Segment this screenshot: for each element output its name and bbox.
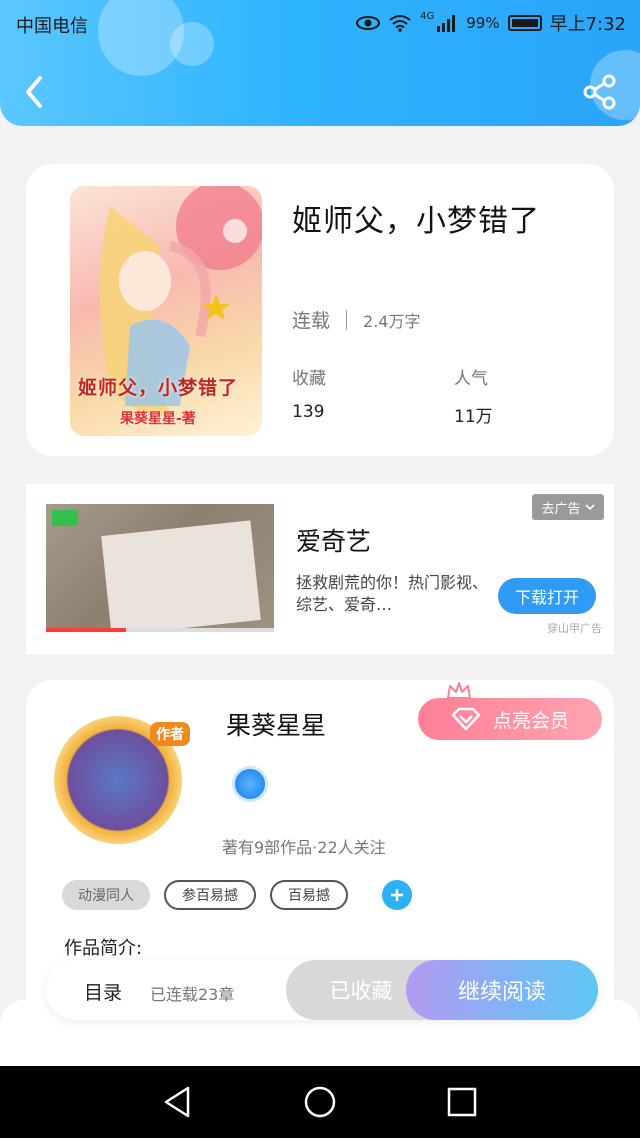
intro-label: 作品简介: (64, 938, 143, 959)
cover-author: 果葵星星-著 (120, 411, 196, 427)
author-tags: 动漫同人 参百易撼 百易撼 (62, 880, 412, 910)
battery-icon (507, 15, 542, 31)
popularity-label: 人气 (454, 369, 488, 389)
chevron-left-icon (26, 76, 42, 108)
ad-video-progress-fill (46, 628, 126, 632)
nav-home-icon[interactable] (302, 1084, 338, 1120)
author-name: 果葵星星 (226, 711, 327, 740)
cover-title: 姬师父，小梦错了 (78, 377, 239, 399)
diamond-icon (451, 707, 481, 731)
book-cover[interactable]: 姬师父，小梦错了 果葵星星-著 (70, 186, 262, 436)
vip-button-label: 点亮会员 (492, 709, 569, 732)
reading-action-bar: 目录 已连载23章 已收藏 继续阅读 (46, 960, 598, 1020)
carrier-label: 中国电信 (16, 16, 88, 37)
ad-banner[interactable]: 爱奇艺 拯救剧荒的你！热门影视、综艺、爱奇… 去广告 下载打开 穿山甲广告 (26, 484, 614, 654)
network-type: 4G (420, 10, 435, 22)
add-tag-button[interactable] (382, 880, 412, 910)
book-info-card: 姬师父，小梦错了 果葵星星-著 姬师父，小梦错了 连载 2.4万字 收藏 139… (26, 164, 614, 456)
chevron-down-icon (584, 504, 595, 511)
nav-recents-icon[interactable] (444, 1084, 480, 1120)
battery-percent: 99% (466, 14, 500, 32)
back-button[interactable] (18, 72, 52, 112)
chapter-progress: 已连载23章 (150, 985, 235, 1004)
status-bar: 中国电信 4G 99% 早上7:32 (0, 0, 640, 46)
vip-membership-button[interactable]: 点亮会员 (418, 698, 602, 740)
ad-source: 穿山甲广告 (547, 622, 602, 635)
remove-ad-button[interactable]: 去广告 (532, 494, 604, 520)
share-icon (583, 74, 616, 110)
author-badge: 作者 (150, 722, 190, 746)
status-icons: 4G 99% 早上7:32 (356, 10, 626, 36)
book-title: 姬师父，小梦错了 (292, 204, 540, 239)
header-bar: 中国电信 4G 99% 早上7:32 (0, 0, 640, 126)
ad-thumb-paper (101, 520, 261, 632)
toc-button[interactable]: 目录 (84, 978, 122, 1005)
tag-chip[interactable]: 动漫同人 (62, 880, 150, 910)
ad-video-progress (46, 628, 274, 632)
author-avatar[interactable]: 作者 (54, 716, 190, 844)
tag-chip[interactable]: 参百易撼 (164, 880, 256, 910)
wifi-icon (389, 15, 411, 32)
book-meta: 连载 2.4万字 (292, 306, 420, 333)
divider (346, 309, 348, 330)
iqiyi-logo-icon (52, 510, 78, 526)
nav-back-icon[interactable] (160, 1084, 196, 1120)
eye-icon (356, 16, 381, 30)
ad-title: 爱奇艺 (296, 527, 372, 556)
ad-description: 拯救剧荒的你！热门影视、综艺、爱奇… (296, 573, 489, 614)
popularity-count: 11万 (454, 407, 493, 427)
collect-label: 收藏 (292, 369, 326, 389)
word-count: 2.4万字 (363, 311, 421, 331)
tag-chip[interactable]: 百易撼 (270, 880, 348, 910)
clock: 早上7:32 (549, 14, 626, 35)
system-nav-bar (0, 1066, 640, 1138)
share-button[interactable] (582, 74, 618, 110)
remove-ad-label: 去广告 (541, 501, 581, 517)
signal-icon (437, 15, 456, 32)
author-level-badge-icon (232, 766, 268, 802)
ad-download-button[interactable]: 下载打开 (498, 578, 596, 614)
collect-count: 139 (292, 402, 325, 422)
continue-reading-button[interactable]: 继续阅读 (406, 960, 598, 1020)
author-stats: 著有9部作品·22人关注 (222, 838, 386, 857)
serial-status: 连载 (292, 310, 331, 332)
ad-video-thumbnail[interactable] (46, 504, 274, 632)
plus-icon (391, 889, 403, 901)
